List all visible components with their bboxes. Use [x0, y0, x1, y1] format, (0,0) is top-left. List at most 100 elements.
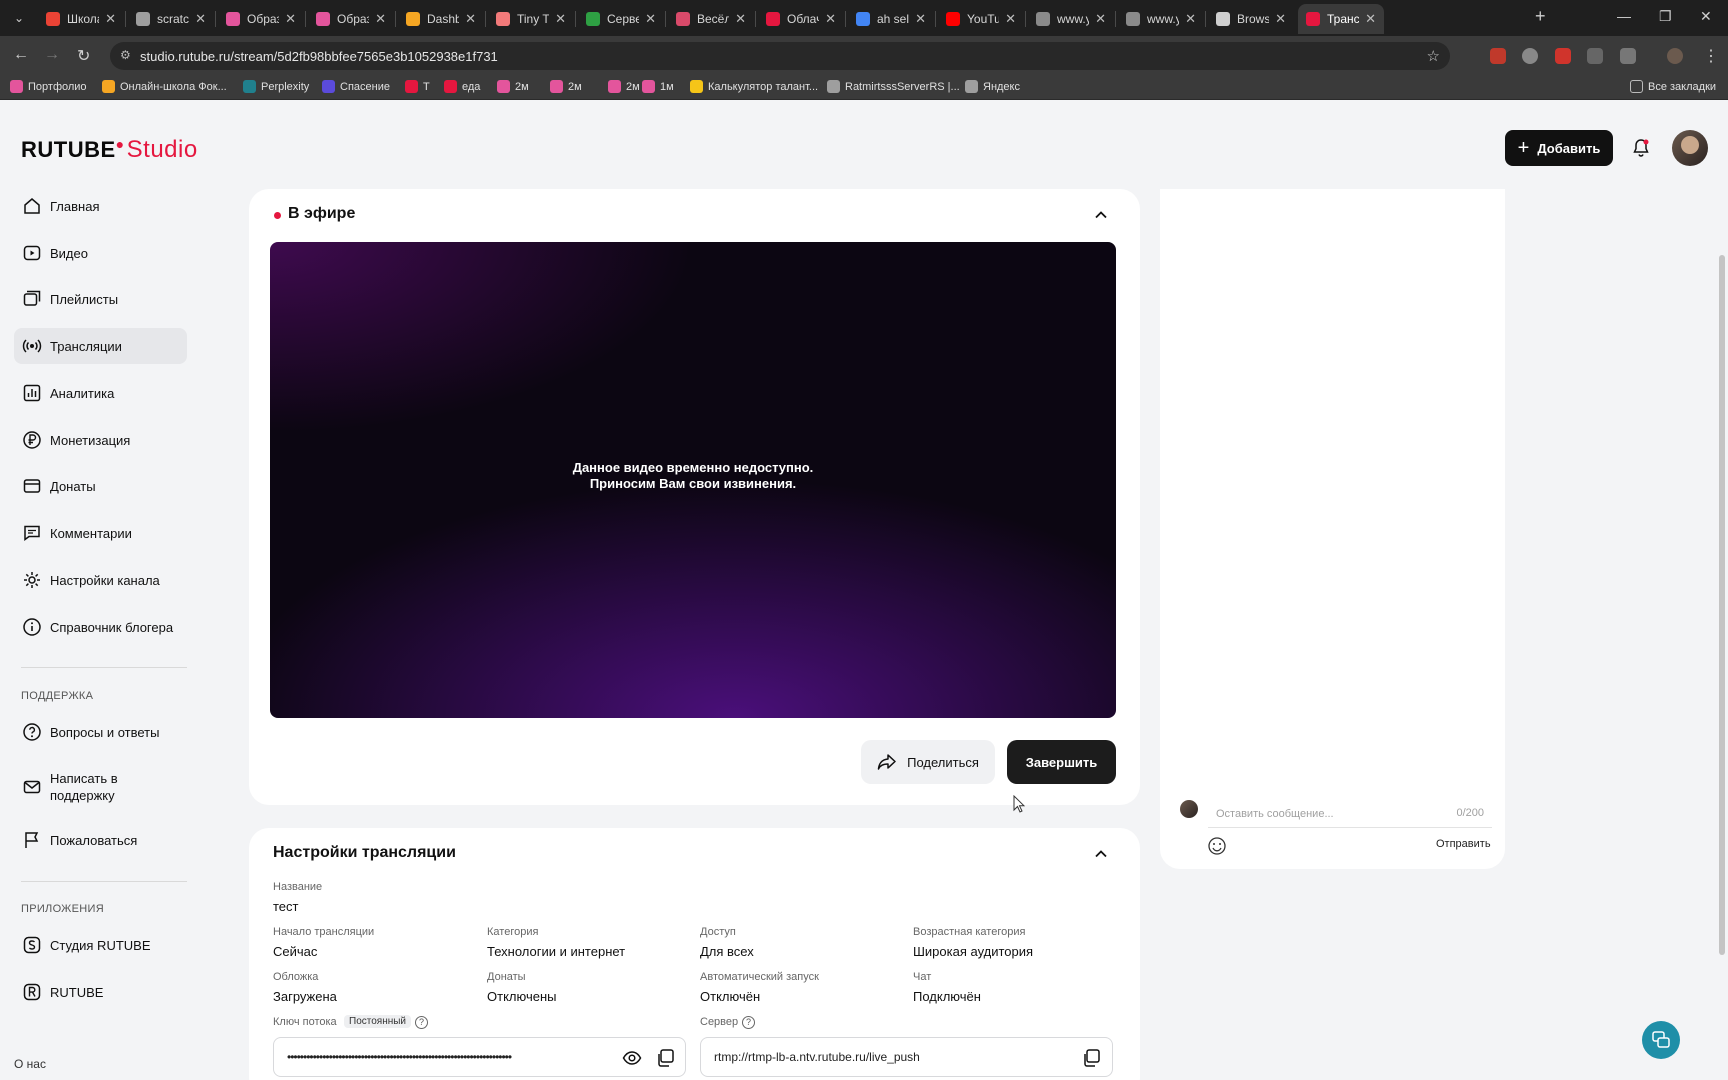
- sidebar-item[interactable]: Написать в поддержку: [14, 765, 164, 809]
- browser-tab[interactable]: Школа ✕: [38, 4, 124, 34]
- sidebar-item[interactable]: Пожаловаться: [14, 822, 187, 858]
- tab-close-icon[interactable]: ✕: [105, 11, 116, 27]
- minimize-icon[interactable]: —: [1617, 8, 1631, 24]
- settings-collapse-chevron-icon[interactable]: [1094, 847, 1108, 861]
- bookmark-item[interactable]: Т: [405, 80, 430, 93]
- extension-icon[interactable]: [1490, 48, 1506, 64]
- sidebar-item[interactable]: Аналитика: [14, 375, 187, 411]
- bookmark-item[interactable]: 1м: [642, 80, 674, 93]
- bookmark-item[interactable]: Портфолио: [10, 80, 87, 93]
- browser-menu-icon[interactable]: ⋮: [1703, 46, 1719, 66]
- sidebar-item[interactable]: Главная: [14, 188, 187, 224]
- bookmark-item[interactable]: 2м: [497, 80, 529, 93]
- eye-icon[interactable]: [622, 1048, 642, 1068]
- bookmark-item[interactable]: Онлайн-школа Фок...: [102, 80, 227, 93]
- stream-key-help-icon[interactable]: ?: [415, 1016, 428, 1029]
- site-info-icon[interactable]: ⚙: [120, 48, 131, 62]
- collapse-chevron-icon[interactable]: [1094, 208, 1108, 222]
- tab-close-icon[interactable]: ✕: [375, 11, 386, 27]
- browser-tab[interactable]: YouTub ✕: [938, 4, 1024, 34]
- browser-tab[interactable]: Образ ✕: [218, 4, 304, 34]
- share-button[interactable]: Поделиться: [861, 740, 995, 784]
- url-field[interactable]: ⚙ studio.rutube.ru/stream/5d2fb98bbfee75…: [110, 42, 1450, 70]
- tab-close-icon[interactable]: ✕: [195, 11, 206, 27]
- sidebar-item[interactable]: Плейлисты: [14, 281, 187, 317]
- sidebar-item[interactable]: Донаты: [14, 468, 187, 504]
- tab-close-icon[interactable]: ✕: [285, 11, 296, 27]
- restore-icon[interactable]: ❐: [1659, 8, 1672, 25]
- support-chat-button[interactable]: [1642, 1021, 1680, 1059]
- browser-tab[interactable]: Облачн ✕: [758, 4, 844, 34]
- browser-tab[interactable]: Сервер ✕: [578, 4, 664, 34]
- video-player[interactable]: Данное видео временно недоступно. Принос…: [270, 242, 1116, 718]
- bookmark-item[interactable]: 2м: [550, 80, 582, 93]
- tab-close-icon[interactable]: ✕: [915, 11, 926, 27]
- sidebar-item[interactable]: Настройки канала: [14, 562, 187, 598]
- sidebar-item[interactable]: Вопросы и ответы: [14, 714, 187, 750]
- all-bookmarks[interactable]: Все закладки: [1630, 80, 1716, 93]
- sidebar-item[interactable]: Комментарии: [14, 515, 187, 551]
- browser-tab[interactable]: Образ ✕: [308, 4, 394, 34]
- tab-close-icon[interactable]: ✕: [465, 11, 476, 27]
- tab-close-icon[interactable]: ✕: [825, 11, 836, 27]
- chat-send-button[interactable]: Отправить: [1436, 838, 1491, 850]
- bookmark-star-icon[interactable]: ☆: [1427, 47, 1440, 65]
- user-avatar[interactable]: [1672, 130, 1708, 166]
- sidebar-item[interactable]: Трансляции: [14, 328, 187, 364]
- close-window-icon[interactable]: ✕: [1700, 8, 1712, 25]
- sidebar-item[interactable]: RUTUBE: [14, 974, 187, 1010]
- browser-tab[interactable]: Весёла ✕: [668, 4, 754, 34]
- bookmark-item[interactable]: Калькулятор талант...: [690, 80, 818, 93]
- sidebar-item[interactable]: Справочник блогера: [14, 609, 187, 645]
- emoji-icon[interactable]: [1207, 836, 1227, 856]
- tab-close-icon[interactable]: ✕: [555, 11, 566, 27]
- profile-icon[interactable]: [1667, 48, 1683, 64]
- scrollbar-thumb[interactable]: [1719, 255, 1725, 955]
- browser-tab[interactable]: Tiny Ty ✕: [488, 4, 574, 34]
- extension-globe-icon[interactable]: [1522, 48, 1538, 64]
- page-scrollbar[interactable]: [1716, 100, 1728, 1080]
- tab-close-icon[interactable]: ✕: [645, 11, 656, 27]
- tab-search-icon[interactable]: ⌄: [8, 8, 30, 28]
- browser-tab[interactable]: www.yo ✕: [1028, 4, 1114, 34]
- finish-stream-button[interactable]: Завершить: [1007, 740, 1116, 784]
- bookmark-item[interactable]: 2м: [608, 80, 640, 93]
- forward-icon[interactable]: →: [44, 46, 60, 64]
- browser-tab[interactable]: scratch ✕: [128, 4, 214, 34]
- browser-tab[interactable]: ah sell ✕: [848, 4, 934, 34]
- browser-tab[interactable]: Browse ✕: [1208, 4, 1294, 34]
- bookmark-item[interactable]: Яндекс: [965, 80, 1020, 93]
- chat-message-input[interactable]: Оставить сообщение... 0/200: [1208, 800, 1492, 828]
- browser-tab[interactable]: Dashbo ✕: [398, 4, 484, 34]
- bookmark-item[interactable]: RatmirtsssServerRS |...: [827, 80, 960, 93]
- tab-close-icon[interactable]: ✕: [1005, 11, 1016, 27]
- bookmark-item[interactable]: Perplexity: [243, 80, 309, 93]
- sidebar-item[interactable]: Студия RUTUBE: [14, 927, 187, 963]
- tab-close-icon[interactable]: ✕: [1275, 11, 1286, 27]
- tab-close-icon[interactable]: ✕: [1185, 11, 1196, 27]
- back-icon[interactable]: ←: [13, 46, 29, 64]
- new-tab-button[interactable]: +: [1535, 6, 1546, 27]
- server-field[interactable]: rtmp://rtmp-lb-a.ntv.rutube.ru/live_push: [700, 1037, 1113, 1077]
- server-help-icon[interactable]: ?: [742, 1016, 755, 1029]
- extension-icon[interactable]: [1587, 48, 1603, 64]
- browser-tab[interactable]: Трансл ✕: [1298, 4, 1384, 34]
- extension-icon[interactable]: [1555, 48, 1571, 64]
- notifications-bell-icon[interactable]: [1631, 138, 1651, 158]
- tab-close-icon[interactable]: ✕: [735, 11, 746, 27]
- bookmark-item[interactable]: Спасение: [322, 80, 390, 93]
- tab-close-icon[interactable]: ✕: [1365, 11, 1376, 27]
- rutube-studio-logo[interactable]: RUTUBE●Studio: [21, 136, 198, 164]
- sidebar-item[interactable]: Видео: [14, 235, 187, 271]
- copy-icon[interactable]: [655, 1048, 675, 1068]
- browser-tab[interactable]: www.yo ✕: [1118, 4, 1204, 34]
- extensions-puzzle-icon[interactable]: [1620, 48, 1636, 64]
- stream-key-field[interactable]: ••••••••••••••••••••••••••••••••••••••••…: [273, 1037, 686, 1077]
- reload-icon[interactable]: ↻: [77, 46, 90, 66]
- tab-close-icon[interactable]: ✕: [1095, 11, 1106, 27]
- bookmark-item[interactable]: еда: [444, 80, 480, 93]
- about-link[interactable]: О нас: [14, 1057, 46, 1071]
- sidebar-item[interactable]: Монетизация: [14, 422, 187, 458]
- add-button[interactable]: + Добавить: [1505, 130, 1613, 166]
- server-copy-icon[interactable]: [1081, 1048, 1101, 1068]
